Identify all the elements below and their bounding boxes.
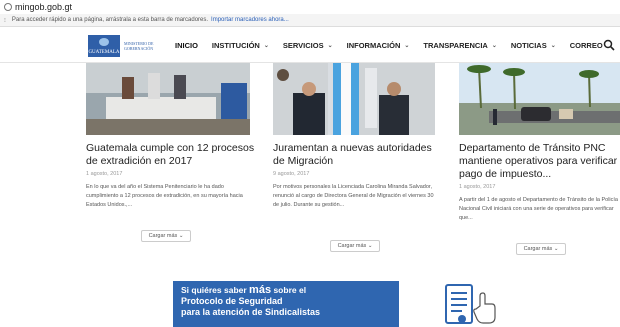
chevron-down-icon: ⌄	[263, 42, 269, 49]
load-more-label: Cargar más	[337, 243, 367, 249]
nav-item-transparencia[interactable]: TRANSPARENCIA ⌄	[423, 41, 496, 50]
nav-item-inicio[interactable]: INICIO	[175, 41, 198, 50]
article-title[interactable]: Guatemala cumple con 12 procesos de extr…	[86, 142, 256, 168]
document-icon[interactable]	[440, 282, 500, 327]
apps-icon[interactable]: ⁝	[4, 17, 6, 24]
article-excerpt: Por motivos personales la Licenciada Car…	[273, 184, 434, 208]
nav-label: INICIO	[175, 40, 198, 50]
banner-line-3: para la atención de Sindicalistas	[181, 307, 321, 317]
nav-label: INFORMACIÓN	[346, 40, 401, 50]
article-date: 1 agosto, 2017	[86, 171, 123, 177]
article-image[interactable]	[86, 63, 250, 135]
chevron-down-icon: ⌄	[491, 42, 497, 49]
nav-label: CORREO	[569, 40, 603, 50]
site-navbar: GUATEMALA MINISTERIO DE GOBERNACIÓN INIC…	[0, 27, 620, 63]
article-date: 9 agosto, 2017	[273, 171, 310, 177]
load-more-label: Cargar más	[148, 233, 178, 239]
logo-ministry: MINISTERIO DE GOBERNACIÓN	[124, 41, 154, 51]
nav-label: TRANSPARENCIA	[423, 40, 488, 50]
bookmarks-bar: ⁝ Para acceder rápido a una página, arrá…	[0, 14, 620, 27]
info-icon[interactable]	[4, 3, 12, 11]
chevron-down-icon: ⌄	[404, 42, 410, 49]
search-icon[interactable]	[603, 39, 615, 51]
article-excerpt: A partir del 1 de agosto el Departamento…	[459, 197, 618, 221]
nav-label: SERVICIOS	[282, 40, 324, 50]
article-excerpt: En lo que va del año el Sistema Penitenc…	[86, 184, 243, 208]
nav-item-informacion[interactable]: INFORMACIÓN ⌄	[347, 41, 410, 50]
nav-label: INSTITUCIÓN	[211, 40, 260, 50]
chevron-down-icon: ⌄	[550, 42, 556, 49]
banner-line-2: Protocolo de Seguridad	[181, 296, 283, 306]
banner-prefix: Si quiéres saber	[181, 285, 247, 295]
logo-name: GUATEMALA	[88, 50, 120, 55]
bookmarks-hint: Para acceder rápido a una página, arrást…	[11, 17, 209, 23]
chevron-down-icon: ⌄	[367, 243, 373, 249]
article-title[interactable]: Departamento de Tránsito PNC mantiene op…	[459, 142, 620, 181]
load-more-label: Cargar más	[523, 246, 553, 252]
protocol-banner[interactable]: Si quiéres saber más sobre el Protocolo …	[173, 281, 399, 327]
traffic-photo	[459, 63, 620, 135]
nav-item-servicios[interactable]: SERVICIOS ⌄	[283, 41, 333, 50]
article-date: 1 agosto, 2017	[459, 184, 496, 190]
nav-item-noticias[interactable]: NOTICIAS ⌄	[511, 41, 556, 50]
banner-suffix: sobre el	[273, 285, 307, 295]
load-more-button[interactable]: Cargar más ⌄	[330, 240, 380, 252]
nav-label: NOTICIAS	[510, 40, 547, 50]
url-text: mingob.gob.gt	[15, 2, 73, 12]
load-more-button[interactable]: Cargar más ⌄	[516, 243, 566, 255]
guatemala-emblem-icon: GUATEMALA	[88, 35, 120, 57]
banner-emphasis: más	[249, 284, 272, 296]
chevron-down-icon: ⌄	[553, 246, 559, 252]
chevron-down-icon: ⌄	[178, 233, 184, 239]
officials-photo	[273, 63, 435, 135]
address-bar[interactable]: mingob.gob.gt	[0, 0, 620, 14]
chevron-down-icon: ⌄	[327, 42, 333, 49]
import-bookmarks-link[interactable]: Importar marcadores ahora...	[211, 17, 289, 23]
banner-line-1: Si quiéres saber más sobre el	[181, 285, 391, 296]
nav-item-correo[interactable]: CORREO	[570, 41, 603, 50]
article-image[interactable]	[273, 63, 435, 135]
main-menu: INICIO INSTITUCIÓN ⌄ SERVICIOS ⌄ INFORMACI…	[175, 27, 617, 63]
load-more-button[interactable]: Cargar más ⌄	[141, 230, 191, 242]
meeting-photo	[86, 63, 250, 135]
site-logo[interactable]: GUATEMALA MINISTERIO DE GOBERNACIÓN	[88, 34, 160, 58]
nav-item-institucion[interactable]: INSTITUCIÓN ⌄	[212, 41, 269, 50]
article-image[interactable]	[459, 63, 620, 135]
article-title[interactable]: Juramentan a nuevas autoridades de Migra…	[273, 142, 443, 168]
